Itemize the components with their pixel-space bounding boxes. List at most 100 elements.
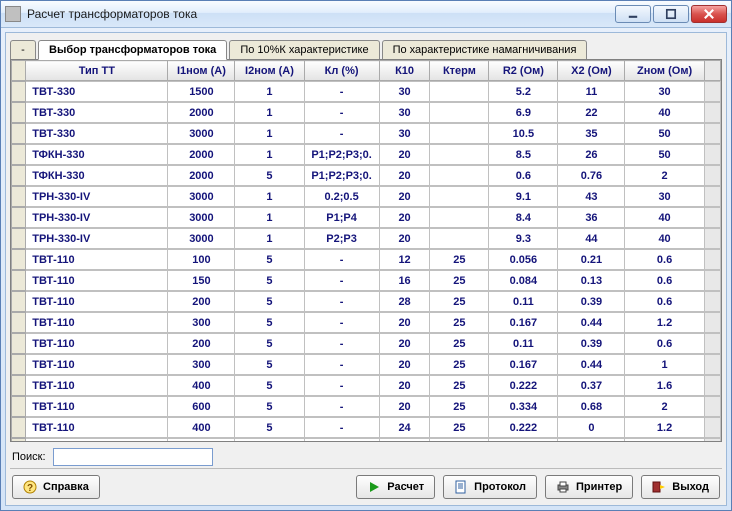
scroll-gutter[interactable] (704, 145, 720, 165)
maximize-button[interactable] (653, 5, 689, 23)
tab-minus[interactable]: - (10, 40, 36, 59)
scroll-gutter[interactable] (704, 166, 720, 186)
cell-kl[interactable]: - (304, 439, 379, 442)
cell-kl[interactable]: - (304, 271, 379, 291)
cell-i2[interactable]: 5 (235, 397, 304, 417)
row-marker[interactable] (12, 124, 26, 144)
cell-i1[interactable]: 150 (168, 271, 235, 291)
cell-k10[interactable]: 28 (379, 292, 430, 312)
cell-z[interactable]: 1.2 (625, 313, 704, 333)
cell-kterm[interactable]: 25 (430, 418, 489, 438)
cell-i2[interactable]: 5 (235, 292, 304, 312)
scroll-gutter[interactable] (704, 292, 720, 312)
col-k10[interactable]: К10 (379, 61, 430, 81)
col-x2[interactable]: X2 (Ом) (558, 61, 625, 81)
cell-r2[interactable]: 6.9 (489, 103, 558, 123)
cell-r2[interactable]: 8.5 (489, 145, 558, 165)
cell-kl[interactable]: Р2;Р3 (304, 229, 379, 249)
table-row[interactable]: ТВТ-1101005-12250.0560.210.6 (11, 249, 721, 270)
table-row[interactable]: ТВТ-1103005-20250.1670.441.2 (11, 312, 721, 333)
row-marker[interactable] (12, 229, 26, 249)
cell-x2[interactable]: 0.37 (558, 376, 625, 396)
col-znom[interactable]: Zном (Ом) (625, 61, 704, 81)
table-row[interactable]: ТВТ-1106005-24250.33401.2 (11, 438, 721, 441)
cell-r2[interactable]: 0.11 (489, 292, 558, 312)
cell-kterm[interactable]: 25 (430, 271, 489, 291)
cell-type[interactable]: ТРН-330-IV (26, 208, 168, 228)
cell-i1[interactable]: 3000 (168, 124, 235, 144)
cell-r2[interactable]: 0.222 (489, 376, 558, 396)
row-marker[interactable] (12, 313, 26, 333)
row-marker[interactable] (12, 187, 26, 207)
cell-kl[interactable]: - (304, 355, 379, 375)
cell-z[interactable]: 0.6 (625, 292, 704, 312)
cell-kl[interactable]: Р1;Р2;Р3;0. (304, 166, 379, 186)
cell-type[interactable]: ТВТ-110 (26, 418, 168, 438)
cell-k10[interactable]: 20 (379, 208, 430, 228)
cell-i2[interactable]: 5 (235, 418, 304, 438)
table-row[interactable]: ТВТ-1103005-20250.1670.441 (11, 354, 721, 375)
row-marker[interactable] (12, 145, 26, 165)
cell-z[interactable]: 40 (625, 208, 704, 228)
tab-10k[interactable]: По 10%К характеристике (229, 40, 379, 59)
cell-k10[interactable]: 24 (379, 418, 430, 438)
cell-i1[interactable]: 300 (168, 313, 235, 333)
scroll-gutter[interactable] (704, 271, 720, 291)
cell-i1[interactable]: 3000 (168, 187, 235, 207)
table-row[interactable]: ТФКН-33020001Р1;Р2;Р3;0.208.52650 (11, 144, 721, 165)
scroll-gutter[interactable] (704, 355, 720, 375)
cell-kterm[interactable]: 25 (430, 250, 489, 270)
table-row[interactable]: ТВТ-33020001-306.92240 (11, 102, 721, 123)
cell-kterm[interactable] (430, 208, 489, 228)
table-row[interactable]: ТВТ-33015001-305.21130 (11, 81, 721, 102)
scroll-gutter[interactable] (704, 250, 720, 270)
cell-i2[interactable]: 1 (235, 208, 304, 228)
row-marker[interactable] (12, 355, 26, 375)
cell-kl[interactable]: - (304, 103, 379, 123)
cell-kterm[interactable]: 25 (430, 439, 489, 442)
scroll-gutter[interactable] (704, 313, 720, 333)
exit-button[interactable]: Выход (641, 475, 720, 499)
row-marker[interactable] (12, 376, 26, 396)
tab-selection[interactable]: Выбор трансформаторов тока (38, 40, 227, 60)
table-row[interactable]: ТРН-330-IV300010.2;0.5209.14330 (11, 186, 721, 207)
cell-type[interactable]: ТРН-330-IV (26, 187, 168, 207)
cell-type[interactable]: ТВТ-330 (26, 103, 168, 123)
cell-kl[interactable]: - (304, 82, 379, 102)
cell-kl[interactable]: - (304, 124, 379, 144)
cell-i2[interactable]: 5 (235, 166, 304, 186)
row-marker[interactable] (12, 208, 26, 228)
cell-i2[interactable]: 1 (235, 187, 304, 207)
cell-k10[interactable]: 30 (379, 103, 430, 123)
cell-k10[interactable]: 20 (379, 313, 430, 333)
row-marker[interactable] (12, 292, 26, 312)
row-marker[interactable] (12, 397, 26, 417)
cell-i1[interactable]: 1500 (168, 82, 235, 102)
cell-r2[interactable]: 0.222 (489, 418, 558, 438)
cell-z[interactable]: 2 (625, 397, 704, 417)
cell-r2[interactable]: 0.167 (489, 313, 558, 333)
cell-type[interactable]: ТВТ-110 (26, 313, 168, 333)
cell-i2[interactable]: 1 (235, 103, 304, 123)
cell-z[interactable]: 0.6 (625, 271, 704, 291)
table-row[interactable]: ТВТ-1102005-28250.110.390.6 (11, 291, 721, 312)
cell-type[interactable]: ТВТ-110 (26, 376, 168, 396)
cell-x2[interactable]: 44 (558, 229, 625, 249)
cell-k10[interactable]: 20 (379, 166, 430, 186)
cell-kl[interactable]: - (304, 334, 379, 354)
cell-kl[interactable]: - (304, 250, 379, 270)
cell-x2[interactable]: 0.44 (558, 355, 625, 375)
scroll-gutter[interactable] (704, 103, 720, 123)
table-row[interactable]: ТВТ-1104005-24250.22201.2 (11, 417, 721, 438)
cell-type[interactable]: ТВТ-110 (26, 271, 168, 291)
cell-r2[interactable]: 5.2 (489, 82, 558, 102)
cell-i1[interactable]: 400 (168, 376, 235, 396)
col-r2[interactable]: R2 (Ом) (489, 61, 558, 81)
cell-kterm[interactable] (430, 82, 489, 102)
cell-z[interactable]: 30 (625, 82, 704, 102)
cell-z[interactable]: 50 (625, 124, 704, 144)
cell-r2[interactable]: 9.1 (489, 187, 558, 207)
cell-kterm[interactable]: 25 (430, 292, 489, 312)
cell-z[interactable]: 50 (625, 145, 704, 165)
cell-i2[interactable]: 1 (235, 229, 304, 249)
